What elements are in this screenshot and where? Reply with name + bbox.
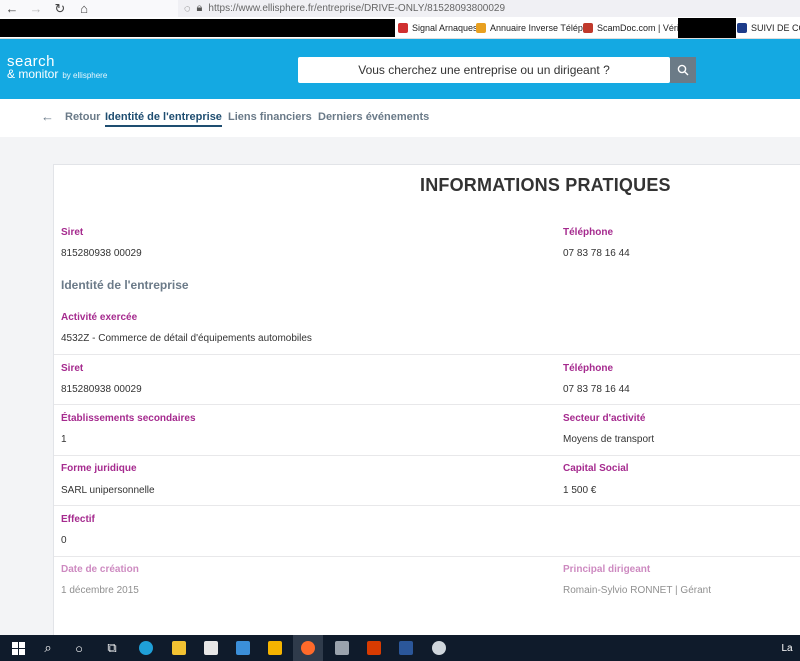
secteur-label: Secteur d'activité — [563, 413, 646, 424]
divider — [54, 556, 800, 557]
search-icon[interactable]: ⌕ — [39, 639, 57, 657]
forward-icon[interactable]: → — [24, 0, 48, 17]
shield-icon: ◌ — [184, 2, 191, 15]
office-icon[interactable] — [365, 639, 383, 657]
tab-liens-financiers[interactable]: Liens financiers — [228, 111, 312, 123]
activite-label: Activité exercée — [61, 312, 138, 323]
siret-value: 815280938 00029 — [61, 384, 142, 395]
telephone-label: Téléphone — [563, 227, 614, 238]
forme-juridique-value: SARL unipersonnelle — [61, 485, 155, 496]
task-view-icon[interactable]: ⧉ — [103, 639, 121, 657]
divider — [54, 505, 800, 506]
file-explorer-icon[interactable] — [170, 639, 188, 657]
tab-derniers-evenements[interactable]: Derniers événements — [318, 111, 429, 123]
sub-nav: ← Retour Identité de l'entreprise Liens … — [0, 99, 800, 137]
telephone-value: 07 83 78 16 44 — [563, 248, 630, 259]
home-icon[interactable]: ⌂ — [72, 0, 96, 17]
date-creation-label: Date de création — [61, 564, 139, 575]
section-heading: Identité de l'entreprise — [61, 278, 189, 292]
back-link[interactable]: Retour — [65, 111, 100, 123]
site-header: search & monitor by ellisphere Vous cherc… — [0, 39, 800, 99]
effectif-label: Effectif — [61, 514, 95, 525]
bookmark-icon — [476, 23, 486, 33]
tab-identite[interactable]: Identité de l'entreprise — [105, 111, 222, 127]
divider — [54, 354, 800, 355]
address-bar[interactable]: ◌ 🔒︎ https://www.ellisphere.fr/entrepris… — [178, 0, 800, 17]
telephone-label: Téléphone — [563, 363, 614, 374]
secteur-value: Moyens de transport — [563, 434, 655, 445]
siret-label: Siret — [61, 363, 84, 374]
redacted-block — [0, 19, 395, 37]
search-icon — [677, 64, 689, 76]
redacted-block — [678, 18, 736, 38]
sticky-notes-icon[interactable] — [266, 639, 284, 657]
etablissements-value: 1 — [61, 434, 67, 445]
capital-value: 1 500 € — [563, 485, 597, 496]
app-icon[interactable] — [430, 639, 448, 657]
siret-label: Siret — [61, 227, 84, 238]
capital-label: Capital Social — [563, 463, 629, 474]
info-card: INFORMATIONS PRATIQUES Siret 815280938 0… — [53, 164, 800, 635]
lock-icon: 🔒︎ — [196, 2, 203, 14]
date-creation-value: 1 décembre 2015 — [61, 585, 139, 596]
dirigeant-label: Principal dirigeant — [563, 564, 651, 575]
bookmark-item[interactable]: Signal Arnaques — [398, 17, 478, 39]
windows-start-icon[interactable] — [9, 639, 27, 657]
taskbar: ⌕ ○ ⧉ La — [0, 635, 800, 661]
logo[interactable]: search & monitor by ellisphere — [7, 54, 107, 82]
forme-juridique-label: Forme juridique — [61, 463, 137, 474]
effectif-value: 0 — [61, 535, 67, 546]
bookmark-item[interactable]: SUIVI DE COLI — [737, 17, 800, 39]
bookmarks-bar: Signal Arnaques Annuaire Inverse Télép..… — [0, 17, 800, 39]
back-icon[interactable]: ← — [0, 0, 24, 17]
bookmark-item[interactable]: Annuaire Inverse Télép... — [476, 17, 590, 39]
store-icon[interactable] — [202, 639, 220, 657]
bookmark-icon — [737, 23, 747, 33]
word-icon[interactable] — [397, 639, 415, 657]
divider — [54, 404, 800, 405]
reload-icon[interactable]: ↻ — [48, 0, 72, 17]
activite-value: 4532Z - Commerce de détail d'équipements… — [61, 333, 312, 344]
mail-icon[interactable] — [234, 639, 252, 657]
cortana-icon[interactable]: ○ — [70, 639, 88, 657]
search-button[interactable] — [670, 57, 696, 83]
etablissements-label: Établissements secondaires — [61, 413, 196, 424]
telephone-value: 07 83 78 16 44 — [563, 384, 630, 395]
firefox-icon[interactable] — [299, 639, 317, 657]
divider — [54, 455, 800, 456]
dirigeant-value: Romain-Sylvio RONNET | Gérant — [563, 585, 712, 596]
arrow-left-icon[interactable]: ← — [41, 109, 54, 124]
siret-value: 815280938 00029 — [61, 248, 142, 259]
bookmark-icon — [583, 23, 593, 33]
bookmark-icon — [398, 23, 408, 33]
card-title: INFORMATIONS PRATIQUES — [420, 175, 671, 195]
search-input[interactable]: Vous cherchez une entreprise ou un dirig… — [298, 57, 670, 83]
browser-toolbar: ← → ↻ ⌂ ◌ 🔒︎ https://www.ellisphere.fr/e… — [0, 0, 800, 17]
edge-icon[interactable] — [137, 639, 155, 657]
url-text: https://www.ellisphere.fr/entreprise/DRI… — [208, 3, 506, 14]
app-icon[interactable] — [333, 639, 351, 657]
tray-text[interactable]: La — [774, 639, 800, 657]
